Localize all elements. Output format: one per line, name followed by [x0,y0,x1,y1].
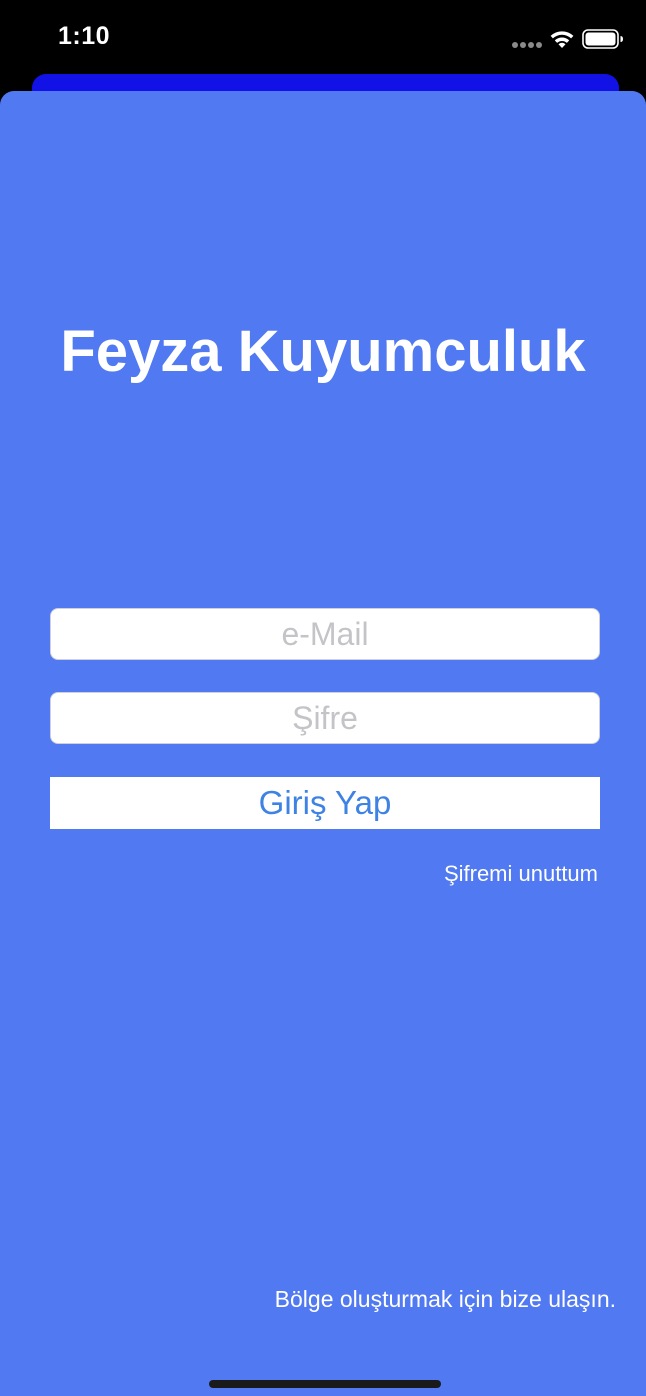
screen: 1:10 Feyza Kuyumculuk Giriş Yap Şifremi … [0,0,646,1396]
battery-icon [582,29,623,49]
status-time: 1:10 [58,22,111,50]
password-field[interactable] [50,692,600,744]
status-bar: 1:10 [0,0,646,80]
signal-dots-icon [512,42,542,48]
login-button[interactable]: Giriş Yap [50,777,600,829]
contact-link[interactable]: Bölge oluşturmak için bize ulaşın. [275,1286,616,1313]
home-indicator[interactable] [209,1380,441,1388]
wifi-icon [550,31,574,48]
forgot-password-link[interactable]: Şifremi unuttum [444,861,598,887]
email-field[interactable] [50,608,600,660]
login-sheet: Feyza Kuyumculuk Giriş Yap Şifremi unutt… [0,91,646,1396]
app-title: Feyza Kuyumculuk [60,319,586,384]
